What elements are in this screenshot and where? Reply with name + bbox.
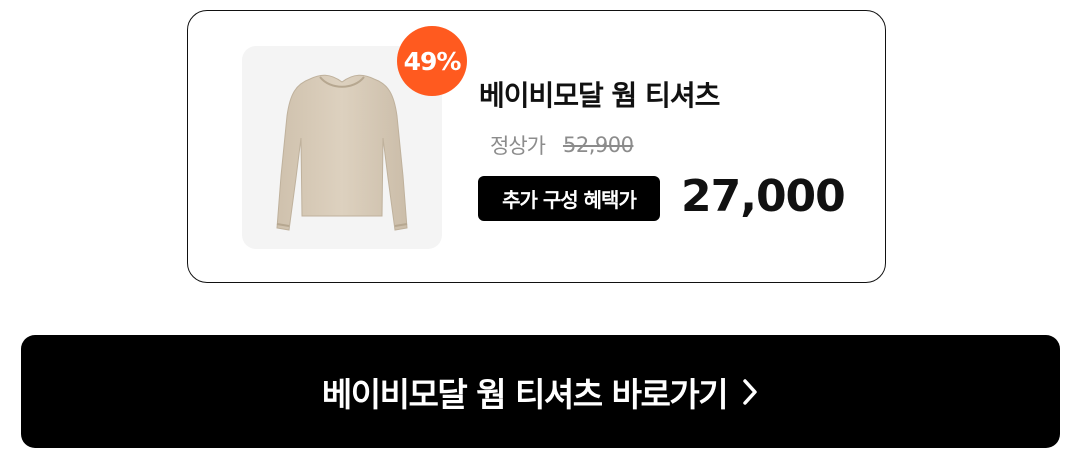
- regular-price-label: 정상가: [490, 134, 546, 158]
- product-promo-page: 49% 베이비모달 웜 티셔츠 정상가 52,900 추가 구성 혜택가 27,…: [0, 0, 1080, 459]
- regular-price-row: 정상가 52,900: [490, 130, 634, 160]
- chevron-right-icon: [741, 377, 759, 407]
- sale-price: 27,000: [681, 171, 846, 222]
- go-to-product-button[interactable]: 베이비모달 웜 티셔츠 바로가기: [21, 335, 1060, 448]
- regular-price-value: 52,900: [562, 133, 634, 157]
- benefit-price-badge: 추가 구성 혜택가: [478, 176, 660, 221]
- discount-badge: 49%: [397, 26, 467, 96]
- product-title[interactable]: 베이비모달 웜 티셔츠: [479, 74, 720, 114]
- go-to-product-label: 베이비모달 웜 티셔츠 바로가기: [321, 374, 729, 414]
- product-card[interactable]: 49% 베이비모달 웜 티셔츠 정상가 52,900 추가 구성 혜택가 27,…: [187, 10, 886, 283]
